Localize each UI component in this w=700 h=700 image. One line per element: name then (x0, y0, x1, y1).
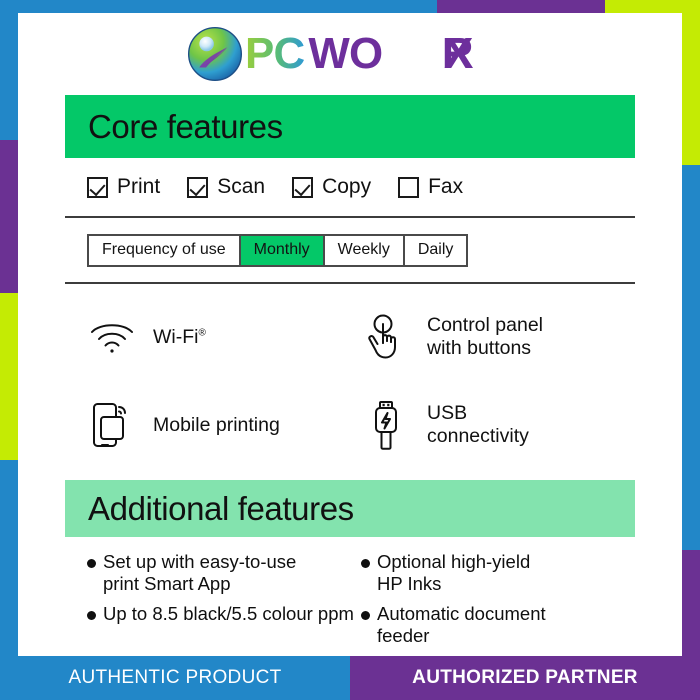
feature-mobile-printing: Mobile printing (87, 388, 361, 462)
feature-wifi: Wi-Fi® (87, 300, 361, 374)
usb-plug-icon (361, 399, 411, 451)
strip-right-blue (682, 165, 700, 550)
strip-left-blue-upper (0, 13, 18, 140)
core-features-header: Core features (65, 95, 635, 158)
checkbox-item-copy[interactable]: Copy (292, 175, 371, 199)
features-card: Core features Print Scan Copy Fax Freque… (65, 95, 635, 653)
logo-wordmark: PC WO Я X (245, 29, 474, 78)
svg-text:PC: PC (245, 29, 304, 78)
checkbox-scan-icon[interactable] (187, 176, 209, 198)
checkbox-item-print[interactable]: Print (87, 175, 160, 199)
checkbox-fax-icon[interactable] (398, 176, 420, 198)
strip-right-lime (682, 13, 700, 165)
additional-features-header: Additional features (65, 480, 635, 537)
strip-top-lime (605, 0, 700, 13)
frequency-row: Frequency of use Monthly Weekly Daily (65, 218, 635, 282)
list-item: Up to 8.5 black/5.5 colour ppm (87, 603, 361, 646)
strip-top-purple (437, 0, 605, 13)
product-feature-card: PC WO Я X Core features Print Scan Copy (0, 0, 700, 700)
checkbox-fax-label: Fax (428, 175, 464, 198)
checkbox-scan-label: Scan (217, 175, 266, 198)
list-item: Optional high-yield HP Inks (361, 551, 635, 594)
list-item: Automatic document feeder (361, 603, 635, 646)
bullet-dot-icon (87, 611, 96, 621)
footer-banner: AUTHENTIC PRODUCT AUTHORIZED PARTNER (0, 656, 700, 700)
wifi-icon (87, 319, 137, 355)
frequency-option-daily[interactable]: Daily (404, 235, 467, 265)
bullet-text: Optional high-yield HP Inks (377, 551, 531, 594)
bullet-dot-icon (87, 559, 96, 568)
checkbox-item-scan[interactable]: Scan (187, 175, 265, 199)
strip-left-purple (0, 140, 18, 293)
checkbox-item-fax[interactable]: Fax (398, 175, 463, 199)
frequency-label-cell: Frequency of use (89, 235, 241, 265)
checkbox-copy-label: Copy (322, 175, 372, 198)
core-features-title: Core features (88, 107, 283, 145)
strip-top-blue (0, 0, 437, 13)
brand-logo: PC WO Я X (18, 13, 682, 95)
mobile-print-icon (87, 400, 137, 450)
additional-features-title: Additional features (88, 489, 354, 527)
core-checkbox-row: Print Scan Copy Fax (65, 158, 635, 216)
feature-usb-label: USB connectivity (427, 402, 529, 447)
additional-features-list: Set up with easy-to-use print Smart App … (65, 537, 635, 647)
bullet-text: Up to 8.5 black/5.5 colour ppm (103, 603, 354, 625)
checkbox-copy-icon[interactable] (292, 176, 314, 198)
svg-text:WO: WO (308, 29, 382, 78)
frequency-option-monthly[interactable]: Monthly (240, 235, 325, 265)
list-item: Set up with easy-to-use print Smart App (87, 551, 361, 594)
frequency-segmented-control[interactable]: Frequency of use Monthly Weekly Daily (87, 233, 469, 267)
bullet-text: Set up with easy-to-use print Smart App (103, 551, 297, 594)
feature-control-panel-label: Control panel with buttons (427, 314, 543, 359)
hand-tap-icon (361, 313, 411, 361)
frequency-option-weekly[interactable]: Weekly (324, 235, 405, 265)
feature-control-panel: Control panel with buttons (361, 300, 635, 374)
checkbox-print-label: Print (117, 175, 161, 198)
svg-text:X: X (444, 29, 473, 78)
authorized-partner-badge: AUTHORIZED PARTNER (350, 656, 700, 700)
feature-wifi-label: Wi-Fi® (153, 325, 206, 348)
bullet-text: Automatic document feeder (377, 603, 546, 646)
feature-mobile-printing-label: Mobile printing (153, 413, 280, 436)
bullet-dot-icon (361, 559, 370, 568)
bullet-dot-icon (361, 611, 370, 621)
checkbox-print-icon[interactable] (87, 176, 108, 198)
strip-left-lime (0, 293, 18, 460)
authentic-product-badge: AUTHENTIC PRODUCT (0, 656, 350, 700)
globe-swoosh-icon (187, 26, 242, 82)
feature-usb: USB connectivity (361, 388, 635, 462)
icon-feature-grid: Wi-Fi® Control panel with buttons Mobile… (65, 284, 635, 470)
